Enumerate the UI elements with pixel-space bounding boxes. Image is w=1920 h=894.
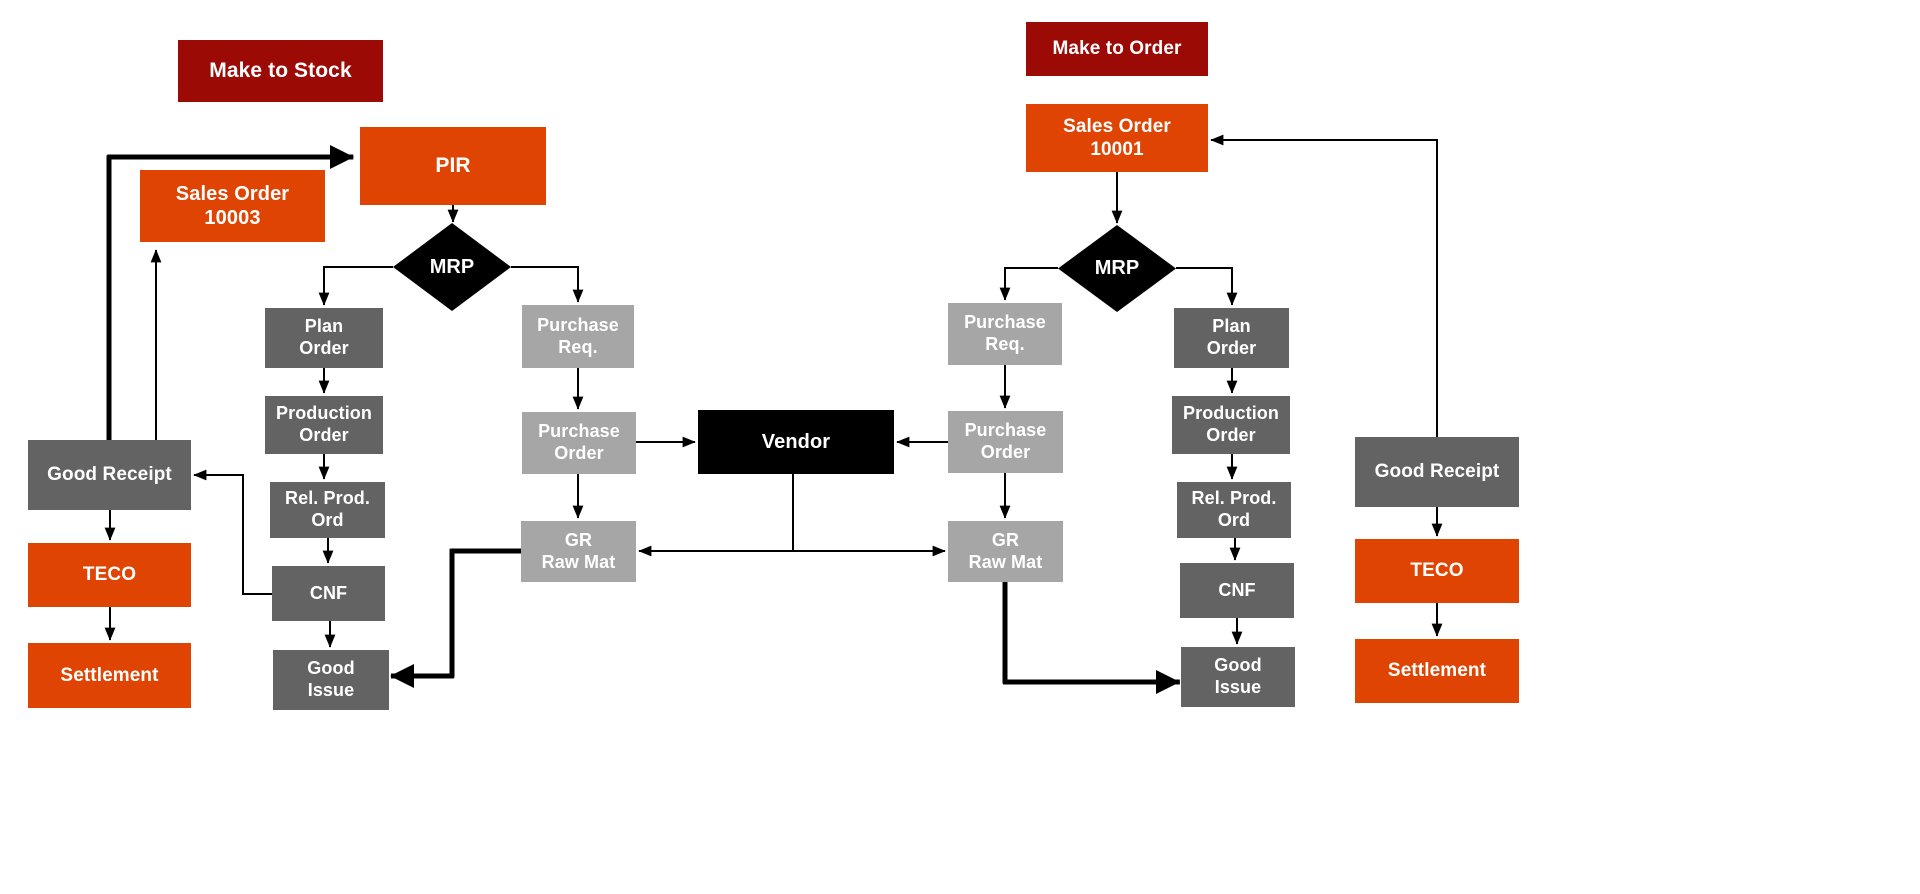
process-node-mts_prod[interactable]: Production Order <box>265 396 383 454</box>
process-node-mto_preq[interactable]: Purchase Req. <box>948 303 1062 365</box>
process-node-mto_settle[interactable]: Settlement <box>1355 639 1519 703</box>
edge-vendor-to-mts_grraw <box>638 474 794 557</box>
node-label: Good Receipt <box>1374 461 1500 483</box>
node-label: TECO <box>82 564 137 586</box>
node-label: Make to Stock <box>209 59 352 83</box>
node-label: Purchase Order <box>538 421 620 463</box>
process-node-mto_po[interactable]: Purchase Order <box>948 411 1063 473</box>
node-label: TECO <box>1410 560 1464 582</box>
edge-mts_mrp-to-mts_preq <box>511 266 584 303</box>
process-node-mts_gr[interactable]: Good Receipt <box>28 440 191 510</box>
process-node-mto_grraw[interactable]: GR Raw Mat <box>948 521 1063 582</box>
flowchart-canvas: Make to Stock Sales Order 10003 PIR MRP Plan… <box>0 0 1920 894</box>
edge-vendor-to-mto_grraw <box>792 474 946 557</box>
node-label: Sales Order 10001 <box>1063 115 1171 160</box>
process-node-mts_cnf[interactable]: CNF <box>272 566 385 621</box>
node-label: Good Issue <box>307 658 355 700</box>
node-label: Settlement <box>60 664 159 686</box>
node-label: Rel. Prod. Ord <box>284 488 370 530</box>
process-node-mts_pir[interactable]: PIR <box>360 127 546 205</box>
node-label: Plan Order <box>299 316 349 358</box>
node-label: CNF <box>309 582 348 603</box>
node-label: CNF <box>1218 579 1256 600</box>
process-node-mts_header[interactable]: Make to Stock <box>178 40 383 102</box>
edge-mts_cnf-to-mts_gr <box>193 469 272 595</box>
node-label: Rel. Prod. Ord <box>1191 488 1277 530</box>
node-label: GR Raw Mat <box>541 529 616 572</box>
node-label: GR Raw Mat <box>968 529 1043 572</box>
node-label: Settlement <box>1387 660 1487 682</box>
node-label: Production Order <box>1183 403 1279 445</box>
decision-node-mto_mrp[interactable]: MRP <box>1058 225 1176 312</box>
process-node-mto_gr[interactable]: Good Receipt <box>1355 437 1519 507</box>
node-label: Plan Order <box>1206 316 1257 358</box>
process-node-mto_teco[interactable]: TECO <box>1355 539 1519 603</box>
process-node-mts_relprod[interactable]: Rel. Prod. Ord <box>270 482 385 538</box>
process-node-mts_po[interactable]: Purchase Order <box>522 412 636 474</box>
edge-mto_mrp-to-mto_preq <box>999 267 1058 301</box>
process-node-mts_plan[interactable]: Plan Order <box>265 308 383 368</box>
edge-mto_grraw-to-mto_gi <box>1002 579 1181 695</box>
node-label: Purchase Req. <box>537 314 619 357</box>
edge-mts_grraw-to-mts_gi <box>389 548 524 688</box>
node-label: Purchase Order <box>964 420 1047 462</box>
node-label: MRP <box>1094 257 1140 279</box>
edge-mto_mrp-to-mto_plan <box>1176 267 1238 306</box>
edge-mts_mrp-to-mts_plan <box>318 266 393 306</box>
process-node-mts_preq[interactable]: Purchase Req. <box>522 305 634 368</box>
process-node-mto_prod[interactable]: Production Order <box>1172 396 1290 454</box>
node-label: Production Order <box>276 403 372 445</box>
node-label: MRP <box>429 255 475 278</box>
node-label: Vendor <box>761 430 831 453</box>
process-node-vendor[interactable]: Vendor <box>698 410 894 474</box>
decision-node-mts_mrp[interactable]: MRP <box>393 223 511 311</box>
node-label: Sales Order 10003 <box>175 182 290 229</box>
node-label: Make to Order <box>1052 38 1182 60</box>
process-node-mts_teco[interactable]: TECO <box>28 543 191 607</box>
process-node-mto_gi[interactable]: Good Issue <box>1181 647 1295 707</box>
process-node-mto_header[interactable]: Make to Order <box>1026 22 1208 76</box>
process-node-mts_settle[interactable]: Settlement <box>28 643 191 708</box>
node-label: Good Issue <box>1214 655 1262 697</box>
node-label: Good Receipt <box>47 464 172 486</box>
process-node-mts_gi[interactable]: Good Issue <box>273 650 389 710</box>
process-node-mts_grraw[interactable]: GR Raw Mat <box>521 521 636 582</box>
node-label: Purchase Req. <box>964 312 1046 354</box>
process-node-mts_so[interactable]: Sales Order 10003 <box>140 170 325 242</box>
process-node-mto_cnf[interactable]: CNF <box>1180 563 1294 618</box>
process-node-mto_relprod[interactable]: Rel. Prod. Ord <box>1177 482 1291 538</box>
edge-mto_gr-to-mto_so <box>1210 134 1438 437</box>
node-label: PIR <box>435 154 471 178</box>
process-node-mto_so[interactable]: Sales Order 10001 <box>1026 104 1208 172</box>
process-node-mto_plan[interactable]: Plan Order <box>1174 308 1289 368</box>
